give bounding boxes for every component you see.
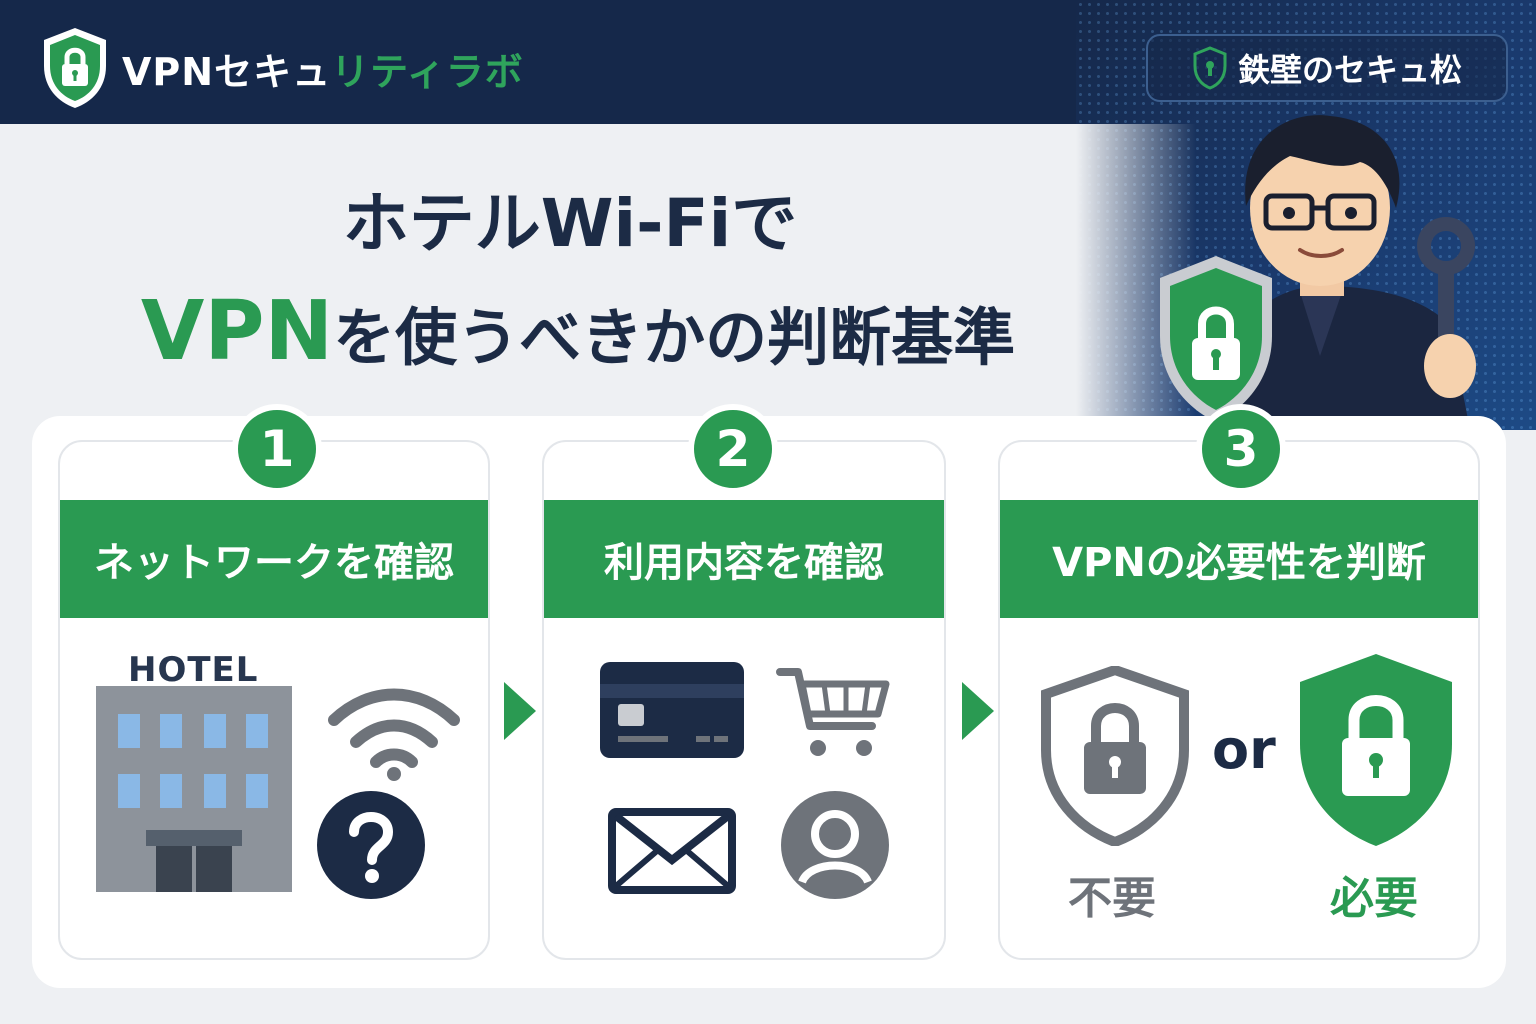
mail-icon [608, 808, 736, 894]
title-rest: を使うべきかの判断基準 [333, 301, 1016, 374]
hotel-building-icon [96, 686, 292, 892]
step-number: 1 [232, 404, 322, 494]
arrow-right-icon [504, 682, 536, 740]
step-number: 2 [688, 404, 778, 494]
logo-text: VPNセキュリティラボ [122, 41, 524, 96]
shield-lock-icon [1041, 666, 1189, 846]
user-icon [781, 791, 889, 899]
step-title: ネットワークを確認 [60, 500, 488, 618]
author-badge[interactable]: 鉄壁のセキュ松 [1146, 34, 1508, 102]
logo-text-white: VPNセキュ [122, 49, 332, 94]
shopping-cart-icon [776, 668, 890, 756]
shield-lock-icon [1193, 46, 1227, 90]
wifi-icon [328, 688, 460, 781]
title-line-1: ホテルWi-Fiで [342, 185, 798, 262]
option-needed: 必要 [1330, 873, 1418, 924]
page-title: ホテルWi-Fiで VPNを使うべきかの判断基準 [0, 170, 1100, 379]
badge-label: 鉄壁のセキュ松 [1237, 51, 1462, 89]
title-accent: VPN [140, 284, 334, 379]
step-title: 利用内容を確認 [544, 500, 944, 618]
shield-lock-icon [44, 28, 106, 108]
mascot-illustration [1160, 115, 1476, 430]
hotel-sign: HOTEL [128, 650, 259, 690]
or-label: or [1212, 718, 1276, 781]
step-title: VPNの必要性を判断 [1000, 500, 1478, 618]
question-icon [317, 791, 425, 899]
site-logo[interactable]: VPNセキュリティラボ [40, 24, 524, 112]
logo-text-green: リティラボ [331, 49, 524, 94]
step-number: 3 [1196, 404, 1286, 494]
arrow-right-icon [962, 682, 994, 740]
shield-lock-icon [1300, 654, 1452, 846]
option-not-needed: 不要 [1068, 873, 1156, 924]
credit-card-icon [600, 662, 744, 758]
title-line-2: VPNを使うべきかの判断基準 [0, 284, 1100, 379]
